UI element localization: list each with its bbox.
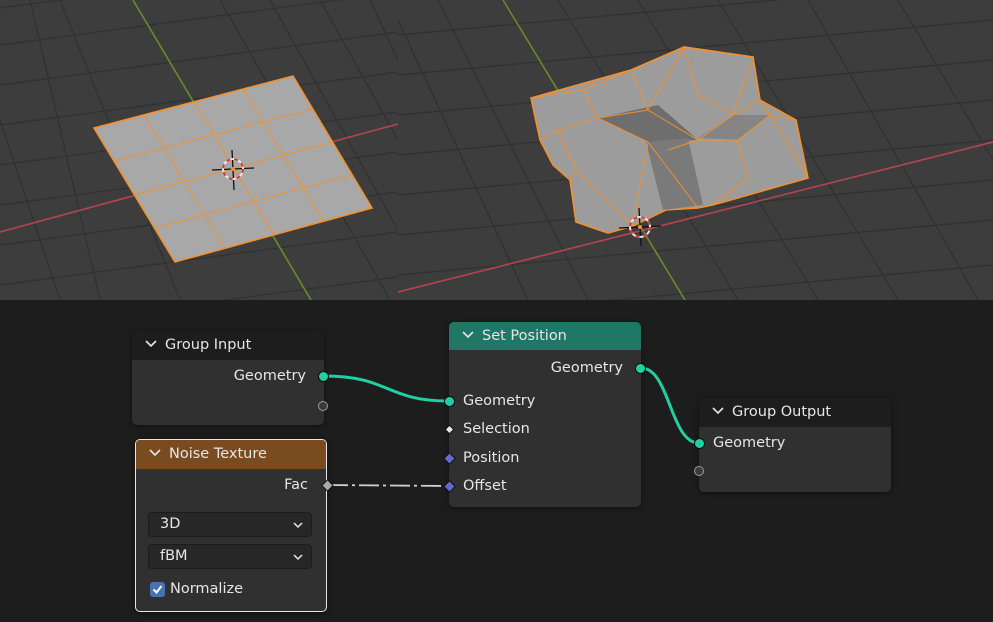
group-output-node[interactable]: Group Output Geometry [694, 398, 891, 492]
noise-fac-label: Fac [284, 477, 308, 493]
group-input-geometry-socket[interactable] [318, 371, 329, 382]
link-groupinput-setposition [323, 374, 450, 403]
set-position-geometry-input-socket[interactable] [444, 396, 455, 407]
viewport-right-canvas [398, 0, 993, 300]
normalize-label: Normalize [170, 581, 244, 597]
viewport-left[interactable] [0, 0, 398, 300]
set-position-offset-label: Offset [463, 478, 507, 494]
noise-dimensions-value: 3D [160, 516, 181, 532]
group-input-title: Group Input [165, 337, 252, 353]
link-noise-offset [327, 484, 450, 487]
viewport-left-canvas [0, 0, 398, 300]
node-editor[interactable]: Group Input Geometry Noise Texture Fac 3… [0, 300, 993, 622]
viewport-right[interactable] [398, 0, 993, 300]
set-position-selection-label: Selection [463, 421, 530, 437]
chevron-down-icon[interactable] [461, 328, 475, 342]
group-input-node[interactable]: Group Input Geometry [132, 331, 329, 425]
chevron-down-icon[interactable] [144, 337, 158, 351]
chevron-down-icon [293, 554, 303, 561]
noise-type-dropdown[interactable]: fBM [148, 544, 312, 569]
set-position-position-label: Position [463, 450, 520, 466]
link-setposition-groupoutput [640, 366, 700, 445]
group-input-empty-socket[interactable] [318, 401, 328, 411]
displaced-plane-mesh[interactable] [530, 46, 809, 234]
chevron-down-icon[interactable] [148, 446, 162, 460]
set-position-header[interactable]: Set Position [449, 322, 641, 350]
chevron-down-icon[interactable] [711, 404, 725, 418]
group-input-header[interactable]: Group Input [132, 331, 324, 360]
group-output-empty-socket[interactable] [694, 466, 704, 476]
group-output-geometry-label: Geometry [713, 435, 786, 451]
checkmark-icon [152, 585, 163, 595]
blender-window: Group Input Geometry Noise Texture Fac 3… [0, 0, 993, 622]
set-position-geometry-output-label: Geometry [550, 360, 623, 376]
group-input-geometry-label: Geometry [233, 368, 306, 384]
group-output-header[interactable]: Group Output [699, 398, 891, 427]
chevron-down-icon [293, 522, 303, 529]
group-output-geometry-socket[interactable] [694, 438, 705, 449]
group-output-title: Group Output [732, 404, 832, 420]
noise-texture-header[interactable]: Noise Texture [136, 440, 326, 469]
set-position-node[interactable]: Set Position Geometry Geometry Selection… [443, 322, 646, 507]
noise-dimensions-dropdown[interactable]: 3D [148, 512, 312, 537]
noise-texture-node[interactable]: Noise Texture Fac 3D fBM Normalize [135, 439, 334, 612]
set-position-title: Set Position [482, 328, 567, 344]
noise-type-value: fBM [160, 548, 188, 564]
set-position-geometry-input-label: Geometry [463, 393, 536, 409]
noise-texture-title: Noise Texture [169, 446, 267, 462]
set-position-geometry-output-socket[interactable] [635, 363, 646, 374]
normalize-checkbox[interactable] [150, 582, 165, 597]
